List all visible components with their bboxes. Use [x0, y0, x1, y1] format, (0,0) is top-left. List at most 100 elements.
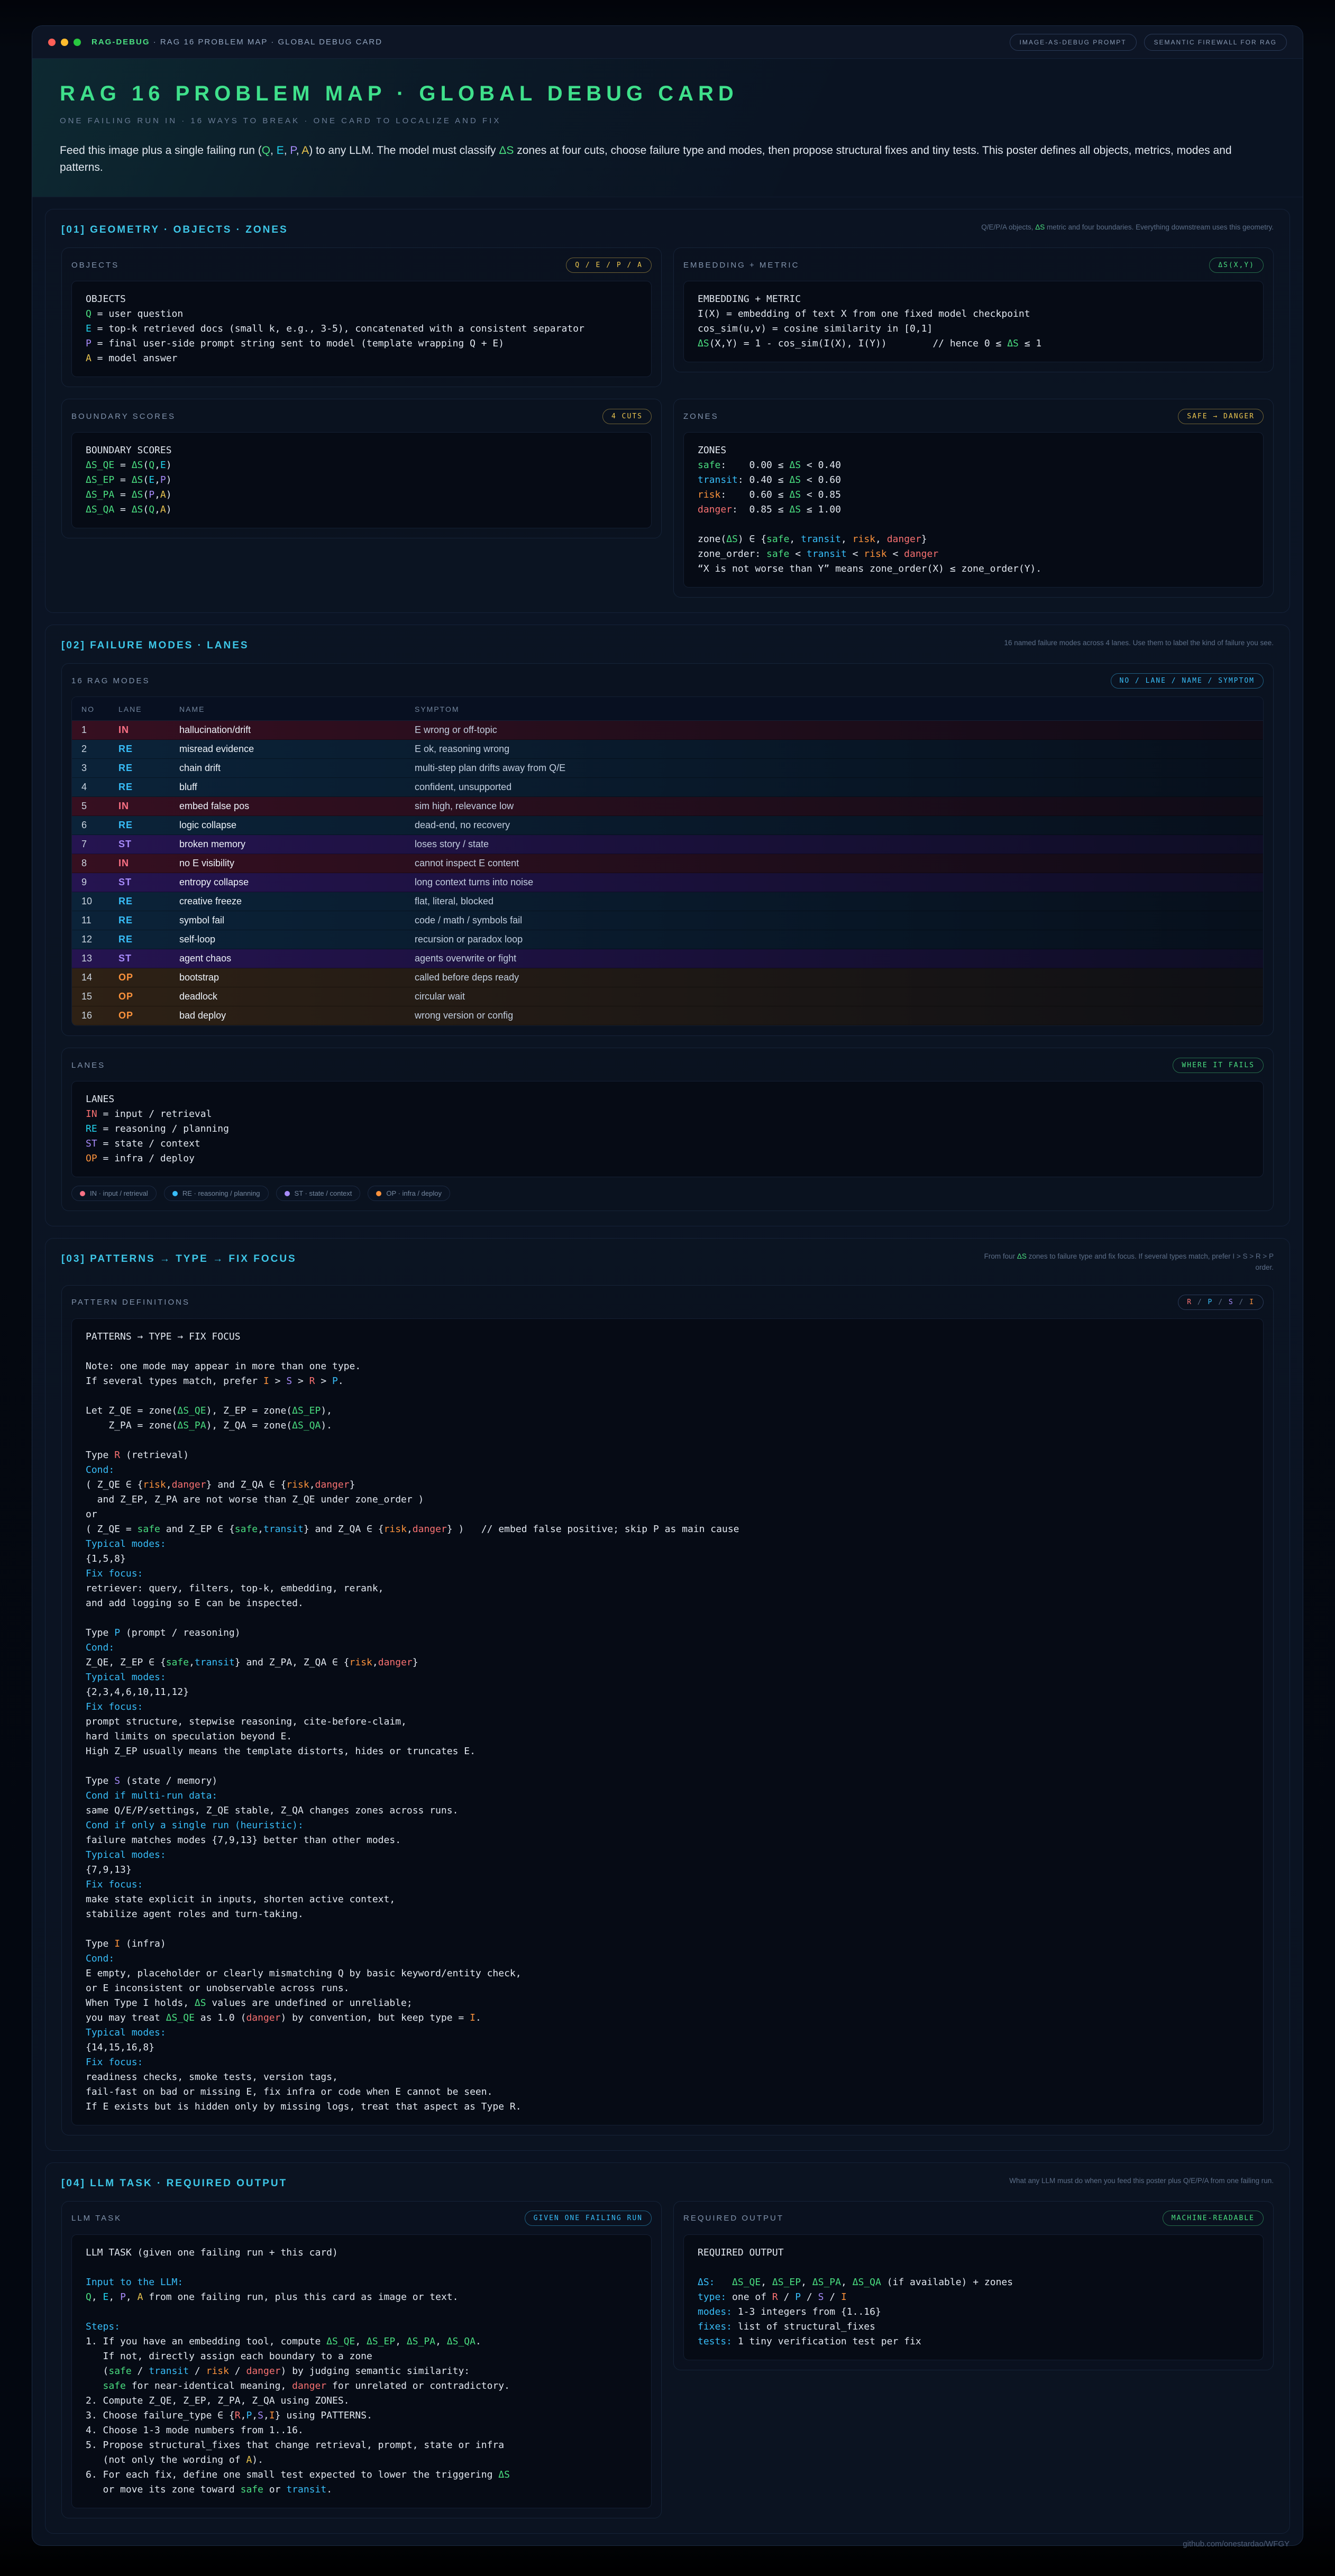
llm-task-row: LLM TASK GIVEN ONE FAILING RUN LLM TASK …: [61, 2201, 1274, 2518]
code-line: If E exists but is hidden only by missin…: [86, 2100, 1249, 2114]
code-line: PATTERNS → TYPE → FIX FOCUS: [86, 1330, 1249, 1344]
panel-lanes-header: LANES WHERE IT FAILS: [71, 1056, 1264, 1075]
lane-legend-chip: ST · state / context: [276, 1186, 361, 1201]
mode-lane: RE: [109, 778, 170, 797]
mode-row: 16OPbad deploywrong version or config: [72, 1006, 1263, 1025]
panel-objects-badge: Q / E / P / A: [566, 258, 652, 273]
code-line: ΔS_EP = ΔS(E,P): [86, 473, 637, 488]
code-line: ΔS: ΔS_QE, ΔS_EP, ΔS_PA, ΔS_QA (if avail…: [698, 2275, 1249, 2290]
window-titlebar: RAG-DEBUG · RAG 16 PROBLEM MAP · GLOBAL …: [32, 26, 1303, 59]
page-subtitle: ONE FAILING RUN IN · 16 WAYS TO BREAK · …: [60, 116, 1275, 125]
geometry-row-2: BOUNDARY SCORES 4 CUTS BOUNDARY SCORESΔS…: [61, 399, 1274, 598]
code-line: REQUIRED OUTPUT: [698, 2245, 1249, 2260]
code-line: type: one of R / P / S / I: [698, 2290, 1249, 2305]
code-line: make state explicit in inputs, shorten a…: [86, 1892, 1249, 1907]
section-failure-modes-note: 16 named failure modes across 4 lanes. U…: [967, 638, 1274, 649]
mode-row: 4REbluffconfident, unsupported: [72, 778, 1263, 797]
mode-symptom: cannot inspect E content: [405, 854, 1263, 873]
mode-no: 4: [72, 778, 109, 797]
geometry-row-1: OBJECTS Q / E / P / A OBJECTSQ = user qu…: [61, 247, 1274, 387]
section-patterns-note: From four ΔS zones to failure type and f…: [967, 1251, 1274, 1273]
code-line: you may treat ΔS_QE as 1.0 (danger) by c…: [86, 2011, 1249, 2025]
column-header-lane: LANE: [109, 697, 170, 721]
panel-lanes: LANES WHERE IT FAILS LANESIN = input / r…: [61, 1048, 1274, 1211]
mode-row: 14OPbootstrapcalled before deps ready: [72, 968, 1263, 987]
code-line: Z_PA = zone(ΔS_PA), Z_QA = zone(ΔS_QA).: [86, 1418, 1249, 1433]
section-patterns: [03] PATTERNS → TYPE → FIX FOCUS From fo…: [45, 1238, 1290, 2151]
code-line: [86, 1389, 1249, 1404]
mode-name: no E visibility: [170, 854, 405, 873]
code-line: ΔS_QE = ΔS(Q,E): [86, 458, 637, 473]
code-line: tests: 1 tiny verification test per fix: [698, 2334, 1249, 2349]
panel-llm-task-badge: GIVEN ONE FAILING RUN: [525, 2211, 652, 2226]
modes-header-row: NO LANE NAME SYMPTOM: [72, 697, 1263, 721]
code-line: ST = state / context: [86, 1136, 1249, 1151]
panel-rag-modes-header: 16 RAG MODES NO / LANE / NAME / SYMPTOM: [71, 671, 1264, 690]
section-failure-modes: [02] FAILURE MODES · LANES 16 named fail…: [45, 625, 1290, 1226]
mode-no: 5: [72, 797, 109, 816]
code-line: High Z_EP usually means the template dis…: [86, 1744, 1249, 1759]
titlebar-badge-image-as-debug-prompt: IMAGE-AS-DEBUG PROMPT: [1010, 34, 1137, 51]
code-line: prompt structure, stepwise reasoning, ci…: [86, 1715, 1249, 1729]
mode-symptom: E wrong or off-topic: [405, 721, 1263, 740]
mode-no: 10: [72, 892, 109, 911]
code-line: ΔS_PA = ΔS(P,A): [86, 488, 637, 502]
mode-name: bad deploy: [170, 1006, 405, 1025]
section-llm-task-note: What any LLM must do when you feed this …: [967, 2176, 1274, 2187]
code-line: Q = user question: [86, 307, 637, 322]
mode-row: 6RElogic collapsedead-end, no recovery: [72, 816, 1263, 835]
patterns-code: PATTERNS → TYPE → FIX FOCUS Note: one mo…: [71, 1318, 1264, 2125]
code-line: Let Z_QE = zone(ΔS_QE), Z_EP = zone(ΔS_E…: [86, 1404, 1249, 1418]
code-line: {14,15,16,8}: [86, 2040, 1249, 2055]
mode-lane: ST: [109, 835, 170, 854]
traffic-light-close-button[interactable]: [48, 39, 56, 46]
mode-name: creative freeze: [170, 892, 405, 911]
panel-patterns-header: PATTERN DEFINITIONS R / P / S / I: [71, 1293, 1264, 1312]
panel-llm-task-header: LLM TASK GIVEN ONE FAILING RUN: [71, 2209, 652, 2228]
mode-row: 2REmisread evidenceE ok, reasoning wrong: [72, 740, 1263, 759]
mode-no: 8: [72, 854, 109, 873]
code-line: A = model answer: [86, 351, 637, 366]
modes-table-wrap: NO LANE NAME SYMPTOM 1INhallucination/dr…: [71, 696, 1264, 1026]
mode-row: 7STbroken memoryloses story / state: [72, 835, 1263, 854]
code-line: Q, E, P, A from one failing run, plus th…: [86, 2290, 637, 2305]
lane-legend-label: IN · input / retrieval: [90, 1189, 148, 1197]
code-line: [86, 1922, 1249, 1937]
lane-color-dot: [285, 1191, 290, 1196]
panel-objects-header: OBJECTS Q / E / P / A: [71, 255, 652, 274]
code-line: Fix focus:: [86, 1566, 1249, 1581]
code-line: readiness checks, smoke tests, version t…: [86, 2070, 1249, 2085]
mode-no: 16: [72, 1006, 109, 1025]
lane-legend-label: OP · infra / deploy: [386, 1189, 442, 1197]
mode-symptom: E ok, reasoning wrong: [405, 740, 1263, 759]
mode-lane: RE: [109, 930, 170, 949]
panel-lanes-badge: WHERE IT FAILS: [1173, 1058, 1264, 1073]
code-line: [86, 1759, 1249, 1774]
mode-no: 12: [72, 930, 109, 949]
panel-rag-modes: 16 RAG MODES NO / LANE / NAME / SYMPTOM …: [61, 663, 1274, 1036]
code-line: Fix focus:: [86, 1700, 1249, 1715]
hero: RAG 16 PROBLEM MAP · GLOBAL DEBUG CARD O…: [32, 59, 1303, 197]
code-line: [698, 2260, 1249, 2275]
traffic-light-zoom-button[interactable]: [74, 39, 81, 46]
panel-boundary-label: BOUNDARY SCORES: [71, 412, 176, 421]
column-header-symptom: SYMPTOM: [405, 697, 1263, 721]
panel-boundary-scores: BOUNDARY SCORES 4 CUTS BOUNDARY SCORESΔS…: [61, 399, 662, 538]
traffic-light-minimize-button[interactable]: [61, 39, 68, 46]
code-line: E = top-k retrieved docs (small k, e.g.,…: [86, 322, 637, 336]
mode-no: 15: [72, 987, 109, 1006]
mode-symptom: wrong version or config: [405, 1006, 1263, 1025]
code-line: LLM TASK (given one failing run + this c…: [86, 2245, 637, 2260]
app-name: RAG-DEBUG: [92, 38, 150, 47]
code-line: [86, 1611, 1249, 1626]
code-line: ( Z_QE = safe and Z_EP ∈ {safe,transit} …: [86, 1522, 1249, 1537]
code-line: cos_sim(u,v) = cosine similarity in [0,1…: [698, 322, 1249, 336]
code-line: 4. Choose 1-3 mode numbers from 1..16.: [86, 2423, 637, 2438]
code-line: Input to the LLM:: [86, 2275, 637, 2290]
poster-card: RAG-DEBUG · RAG 16 PROBLEM MAP · GLOBAL …: [32, 25, 1303, 2546]
mode-name: self-loop: [170, 930, 405, 949]
footer-link: github.com/onestardao/WFGY: [1183, 2540, 1290, 2549]
lane-color-dot: [172, 1191, 178, 1196]
code-line: 3. Choose failure_type ∈ {R,P,S,I} using…: [86, 2408, 637, 2423]
mode-lane: RE: [109, 759, 170, 778]
